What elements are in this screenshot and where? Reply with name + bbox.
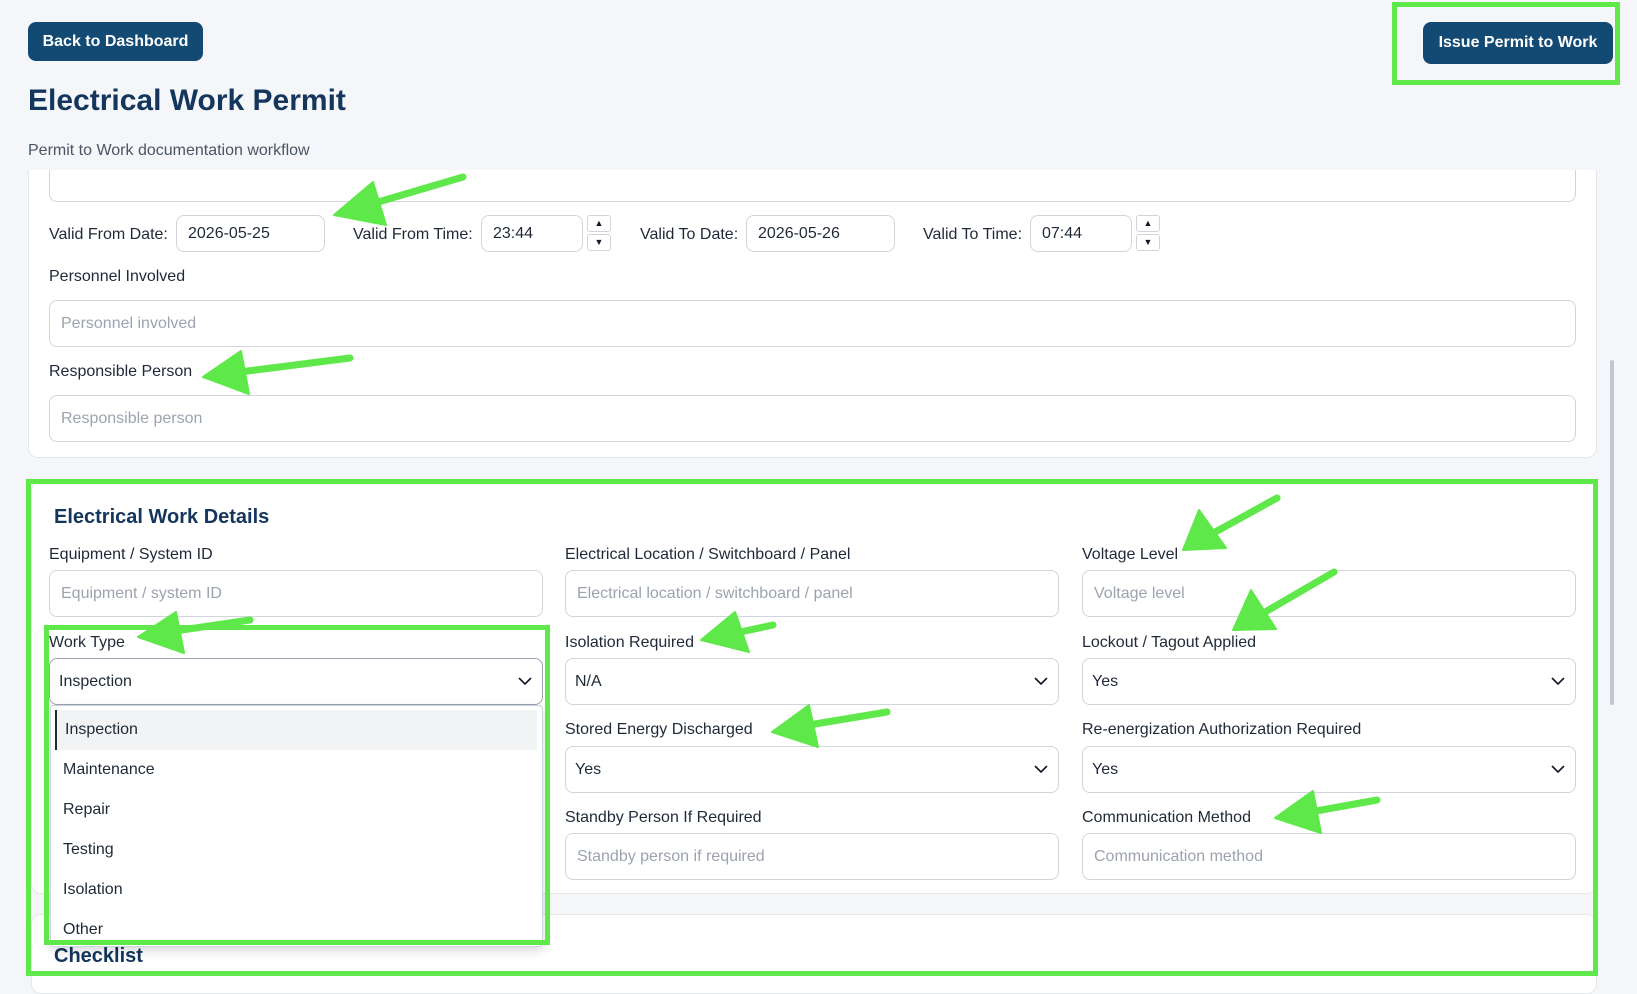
back-to-dashboard-button[interactable]: Back to Dashboard — [28, 22, 203, 61]
valid-from-time-label: Valid From Time: — [353, 226, 473, 243]
valid-to-date-label: Valid To Date: — [640, 226, 739, 243]
previous-field-input[interactable] — [49, 170, 1576, 202]
valid-from-date-input[interactable]: 2026-05-25 — [176, 215, 325, 252]
spinner-up-icon[interactable]: ▲ — [1136, 215, 1160, 232]
valid-to-date-input[interactable]: 2026-05-26 — [746, 215, 895, 252]
valid-to-time-input[interactable]: 07:44 — [1030, 215, 1132, 252]
valid-from-date-label: Valid From Date: — [49, 226, 168, 243]
page-title: Electrical Work Permit — [28, 84, 346, 117]
personnel-placeholder: Personnel involved — [61, 314, 197, 332]
valid-from-time-value: 23:44 — [493, 224, 534, 242]
spinner-down-icon[interactable]: ▼ — [1136, 234, 1160, 251]
page-subtitle: Permit to Work documentation workflow — [28, 142, 310, 159]
highlight-box-work-type — [44, 625, 550, 945]
page-scrollbar[interactable] — [1610, 360, 1614, 705]
valid-to-time-value: 07:44 — [1042, 224, 1083, 242]
spinner-up-icon[interactable]: ▲ — [587, 215, 611, 232]
valid-to-time-label: Valid To Time: — [923, 226, 1023, 243]
responsible-placeholder: Responsible person — [61, 409, 203, 427]
valid-to-date-value: 2026-05-26 — [758, 224, 840, 242]
responsible-input[interactable]: Responsible person — [49, 395, 1576, 442]
spinner-down-icon[interactable]: ▼ — [587, 234, 611, 251]
responsible-label: Responsible Person — [49, 363, 193, 380]
valid-from-time-spinner[interactable]: ▲ ▼ — [587, 215, 611, 251]
personnel-label: Personnel Involved — [49, 268, 186, 285]
valid-from-date-value: 2026-05-25 — [188, 224, 270, 242]
personnel-input[interactable]: Personnel involved — [49, 300, 1576, 347]
highlight-box-issue — [1392, 2, 1620, 85]
valid-from-time-input[interactable]: 23:44 — [481, 215, 583, 252]
valid-to-time-spinner[interactable]: ▲ ▼ — [1136, 215, 1160, 251]
